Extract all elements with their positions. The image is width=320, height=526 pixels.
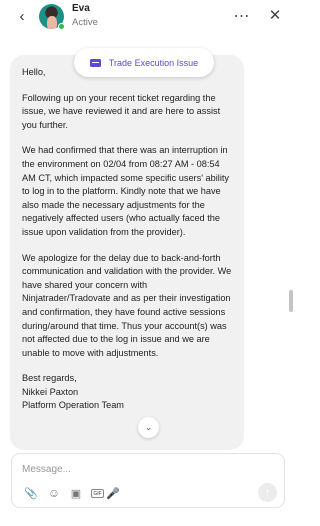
message-paragraph: We apologize for the delay due to back-a… (22, 252, 232, 358)
message-closing: Best regards, (22, 373, 77, 384)
chevron-left-icon[interactable]: ‹ (14, 7, 30, 25)
signature-name: Nikkei Paxton (22, 386, 79, 397)
message-composer: 📎 ☺ ▣ GIF 🎤 ↑ (11, 453, 285, 508)
chat-header: ‹ Eva Active ⋯ ✕ (0, 0, 298, 34)
message-paragraph: Following up on your recent ticket regar… (22, 92, 221, 130)
contact-status: Active (72, 17, 98, 28)
contact-name: Eva (72, 3, 90, 14)
image-icon[interactable]: ▣ (69, 486, 83, 500)
chevron-down-icon[interactable]: ⌄ (138, 417, 159, 438)
paperclip-icon[interactable]: 📎 (24, 486, 38, 500)
emoji-icon[interactable]: ☺ (47, 486, 61, 500)
message-paragraph: We had confirmed that there was an inter… (22, 145, 230, 237)
scrollbar-thumb[interactable] (289, 290, 293, 312)
topic-pill[interactable]: Trade Execution Issue (74, 48, 214, 77)
microphone-icon[interactable]: 🎤 (106, 486, 120, 500)
close-icon[interactable]: ✕ (266, 6, 284, 26)
topic-label: Trade Execution Issue (108, 57, 199, 68)
gif-icon[interactable]: GIF (91, 489, 104, 498)
signature-team: Platform Operation Team (22, 400, 124, 411)
send-arrow-icon[interactable]: ↑ (258, 483, 277, 502)
more-horizontal-icon[interactable]: ⋯ (232, 6, 250, 26)
ticket-icon (89, 58, 101, 67)
online-status-dot (58, 23, 65, 30)
message-bubble: Hello, Following up on your recent ticke… (10, 55, 244, 450)
message-input[interactable] (22, 461, 262, 477)
